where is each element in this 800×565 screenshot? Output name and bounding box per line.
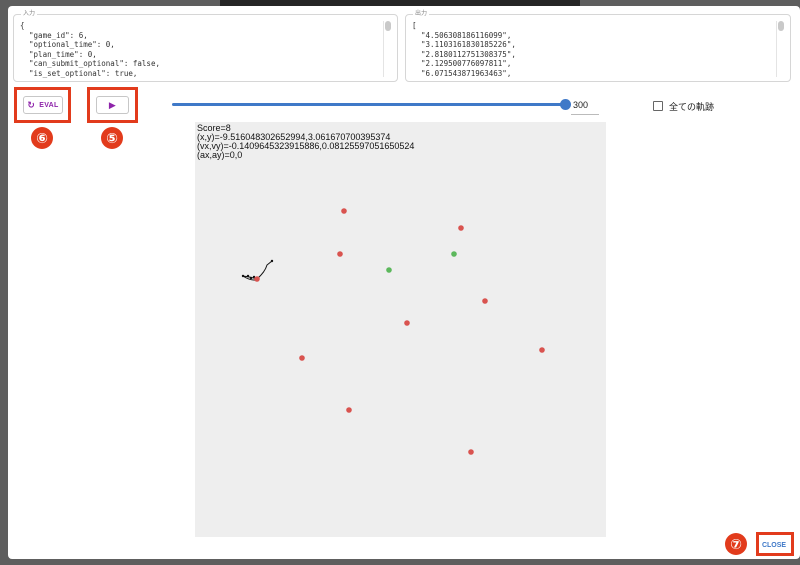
eval-button[interactable]: ↻ EVAL <box>23 96 63 114</box>
annotation-badge-6: ⑥ <box>31 127 53 149</box>
input-json-text[interactable]: { "game_id": 6, "optional_time": 0, "pla… <box>20 21 375 79</box>
target-dots <box>254 208 545 455</box>
annotation-badge-7: ⑦ <box>725 533 747 555</box>
play-button[interactable]: ▶ <box>96 96 129 114</box>
input-panel-label: 入力 <box>21 9 38 19</box>
game-info-overlay: Score=8 (x,y)=-9.516048302652994,3.06167… <box>197 124 414 160</box>
target-dot <box>299 355 305 361</box>
game-field-drawing <box>241 208 545 455</box>
reached-dot <box>451 251 457 257</box>
frame-slider-value[interactable]: 300 <box>573 100 588 110</box>
output-json-panel[interactable]: 出力 [ "4.506308186116099", "3.11031618301… <box>405 9 791 82</box>
frame-slider-track[interactable] <box>172 103 569 106</box>
target-dot <box>254 276 260 282</box>
target-dot <box>539 347 545 353</box>
output-json-text[interactable]: [ "4.506308186116099", "3.11031618301852… <box>412 21 768 79</box>
target-dot <box>337 251 343 257</box>
reached-dot <box>386 267 392 273</box>
acceleration-text: (ax,ay)=0,0 <box>197 150 243 160</box>
frame-slider-thumb[interactable] <box>560 99 571 110</box>
frame-slider-value-underline <box>571 114 599 115</box>
refresh-icon: ↻ <box>27 99 36 110</box>
game-viewer-dialog: 入力 { "game_id": 6, "optional_time": 0, "… <box>8 6 800 559</box>
output-scrollbar-thumb[interactable] <box>778 21 784 31</box>
annotation-badge-5: ⑤ <box>101 127 123 149</box>
input-scrollbar[interactable] <box>383 21 391 77</box>
target-dot <box>346 407 352 413</box>
target-dot <box>404 320 410 326</box>
close-button[interactable]: CLOSE <box>757 535 791 555</box>
input-json-panel[interactable]: 入力 { "game_id": 6, "optional_time": 0, "… <box>13 9 398 82</box>
input-scrollbar-thumb[interactable] <box>385 21 391 31</box>
show-all-trajectories-label[interactable]: 全ての軌跡 <box>669 100 714 113</box>
target-dot <box>482 298 488 304</box>
show-all-trajectories-checkbox[interactable] <box>653 101 663 111</box>
game-field-canvas: Score=8 (x,y)=-9.516048302652994,3.06167… <box>195 122 606 537</box>
eval-button-label: EVAL <box>39 101 59 109</box>
play-icon: ▶ <box>108 99 117 110</box>
output-panel-label: 出力 <box>413 9 430 19</box>
target-dot <box>468 449 474 455</box>
target-dot <box>341 208 347 214</box>
target-dot <box>458 225 464 231</box>
output-scrollbar[interactable] <box>776 21 784 77</box>
